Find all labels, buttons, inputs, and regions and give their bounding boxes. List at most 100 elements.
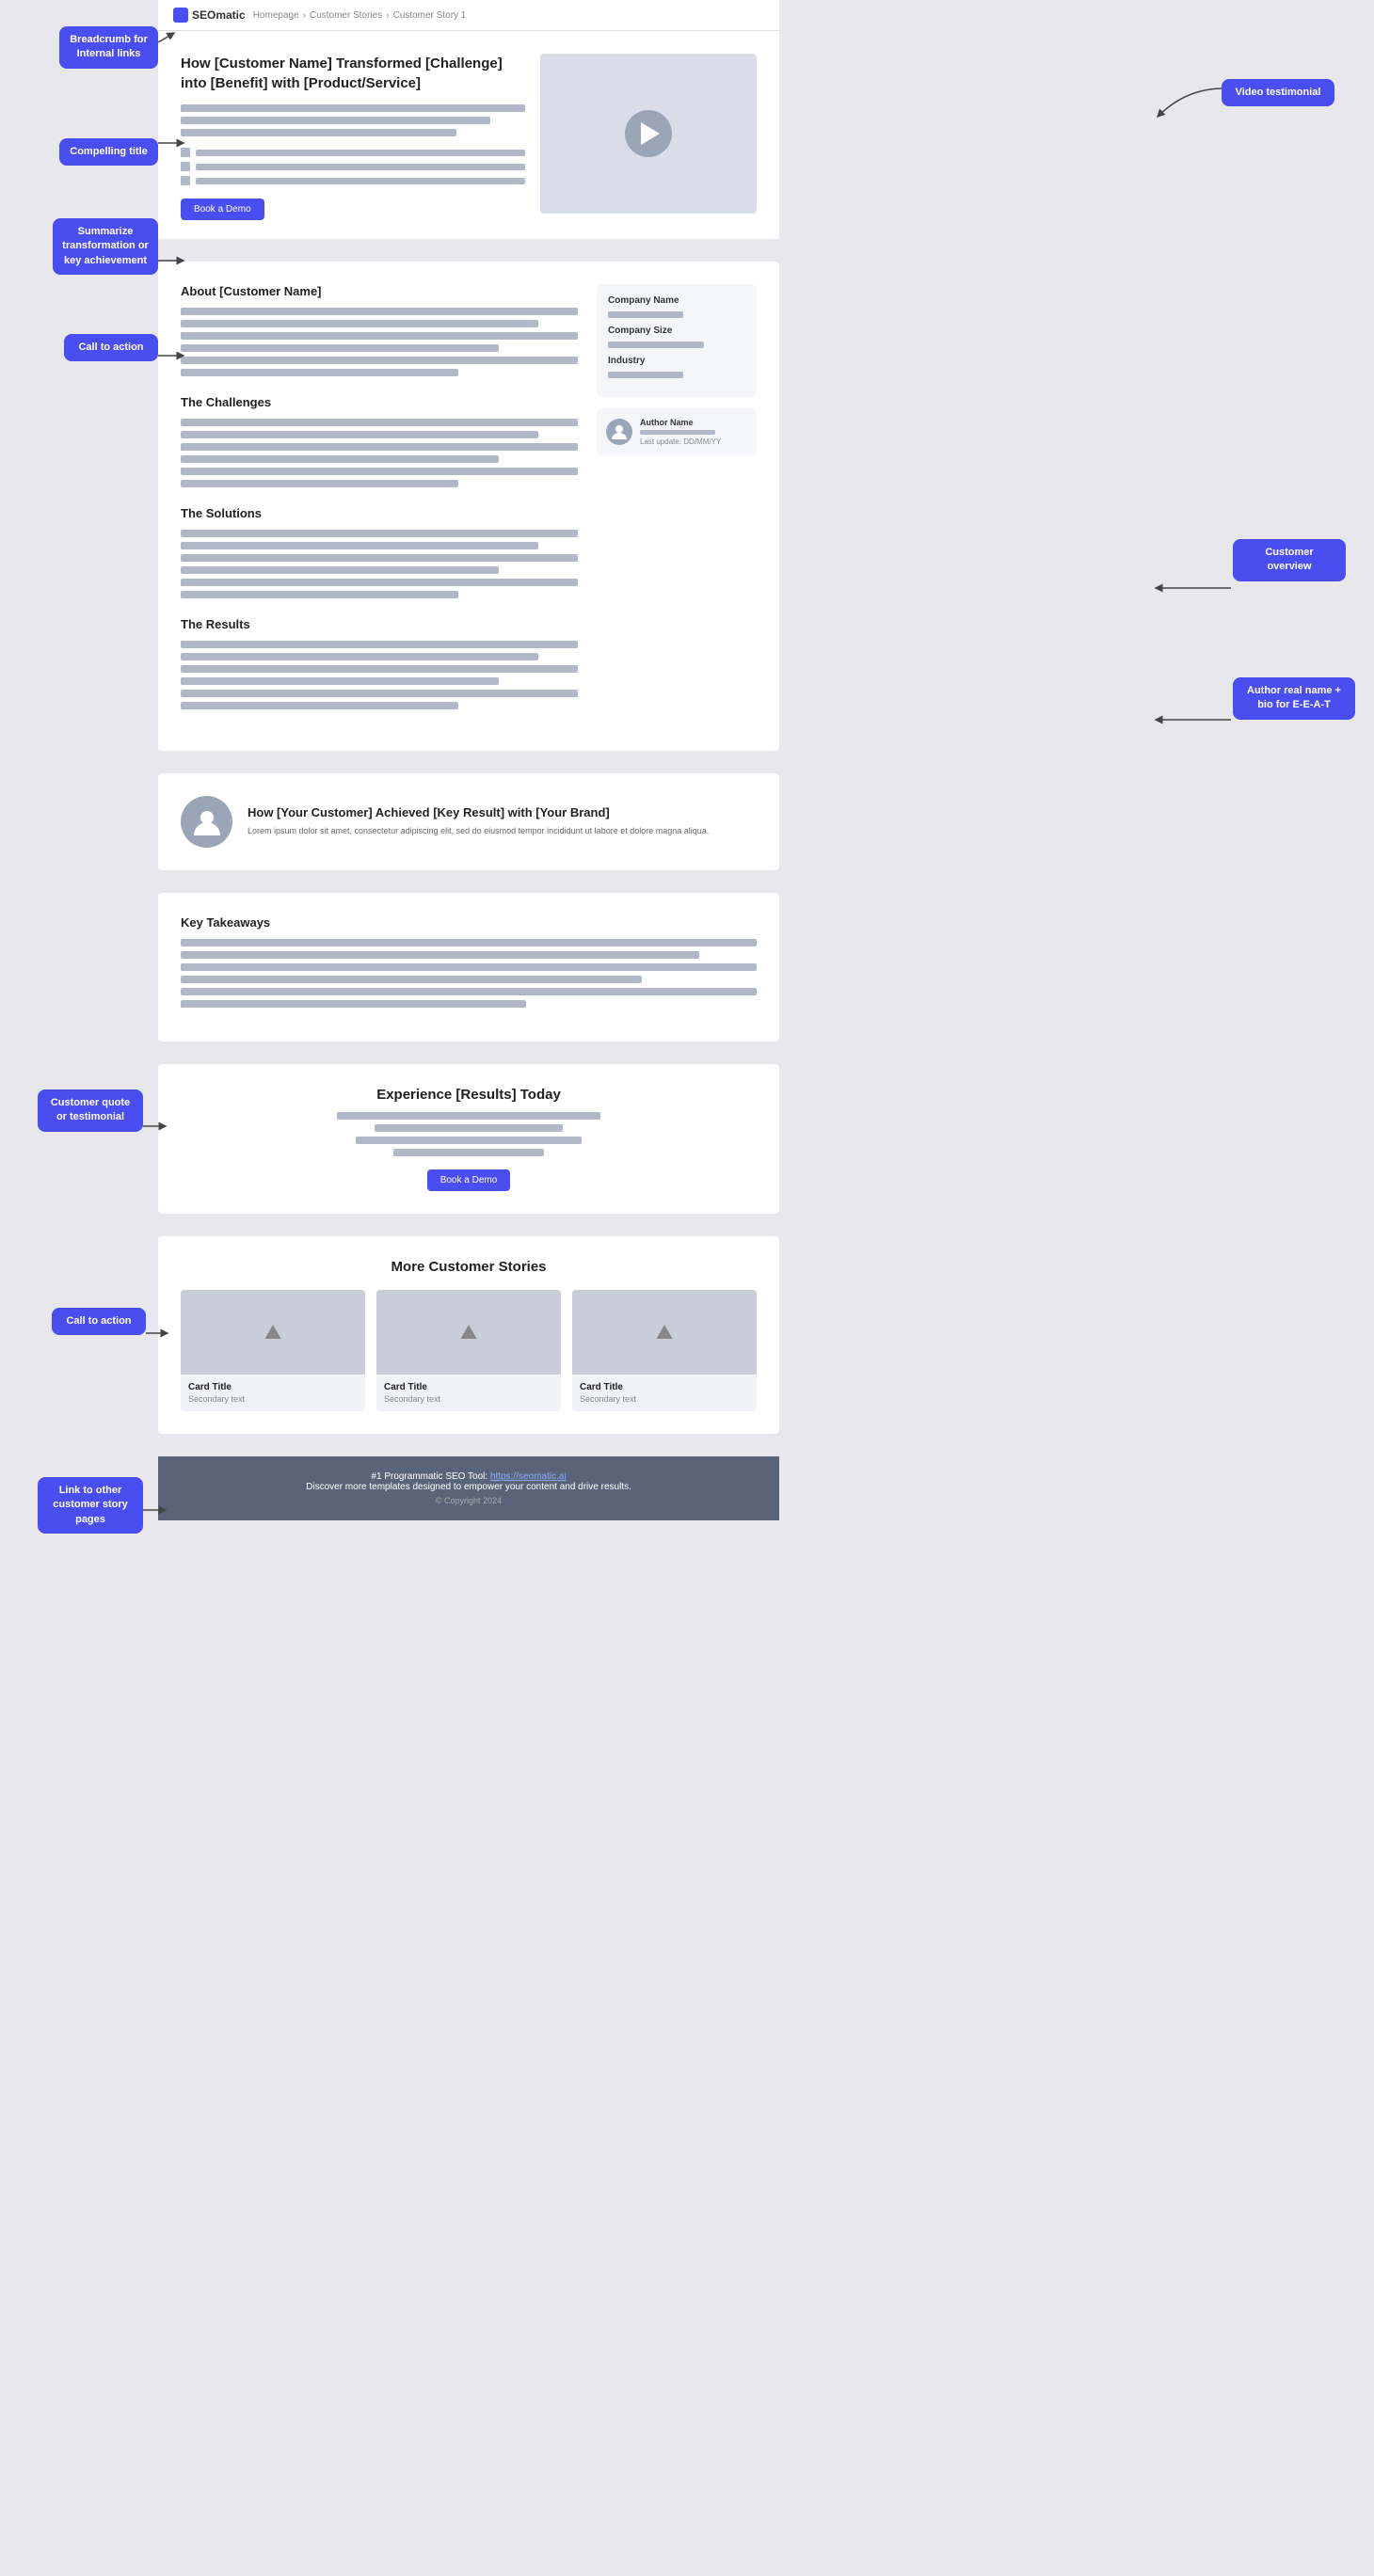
checkbox-3 (181, 176, 190, 185)
solutions-lines (181, 530, 578, 598)
breadcrumb: Homepage › Customer Stories › Customer S… (253, 10, 467, 21)
check-line-3 (196, 178, 525, 184)
check-row-3 (181, 176, 525, 185)
about-title: About [Customer Name] (181, 284, 578, 298)
cta-line-1 (337, 1112, 600, 1120)
video-testimonial-annotation: Video testimonial (1222, 79, 1334, 106)
challenges-title: The Challenges (181, 395, 578, 409)
breadcrumb-stories[interactable]: Customer Stories (310, 10, 382, 21)
solutions-block: The Solutions (181, 506, 578, 598)
footer-sub: Discover more templates designed to empo… (173, 1482, 764, 1492)
checkbox-2 (181, 162, 190, 171)
results-block: The Results (181, 617, 578, 709)
author-update: Last update: DD/MM/YY (640, 437, 747, 446)
image-icon-2: ⛰ (460, 1320, 477, 1344)
company-size-value (608, 342, 704, 348)
story-card-1[interactable]: ⛰ Card Title Secondary text (181, 1290, 365, 1411)
play-icon (641, 122, 660, 145)
testimonial-avatar (181, 796, 232, 848)
summary-lines (181, 104, 525, 136)
company-size-label: Company Size (608, 326, 745, 336)
card-body-2: Card Title Secondary text (376, 1375, 561, 1411)
footer-link[interactable]: https://seomatic.ai (490, 1471, 567, 1482)
content-left: About [Customer Name] The Challenges (181, 284, 578, 728)
testimonial-title: How [Your Customer] Achieved [Key Result… (248, 805, 757, 819)
hero-video[interactable] (540, 54, 757, 214)
content-right: Company Name Company Size Industry Autho… (597, 284, 757, 728)
author-card: Author Name Last update: DD/MM/YY (597, 408, 757, 455)
customer-overview-annotation: Customer overview (1233, 539, 1346, 581)
card-secondary-3: Secondary text (580, 1394, 749, 1404)
card-secondary-2: Secondary text (384, 1394, 553, 1404)
solutions-title: The Solutions (181, 506, 578, 520)
card-image-3: ⛰ (572, 1290, 757, 1375)
takeaways-section: Key Takeaways (158, 893, 779, 1042)
footer-copyright: © Copyright 2024 (173, 1496, 764, 1505)
author-title-line (640, 430, 715, 435)
hero-section: How [Customer Name] Transformed [Challen… (158, 31, 779, 239)
results-title: The Results (181, 617, 578, 631)
hero-cta-button[interactable]: Book a Demo (181, 199, 264, 220)
hero-title: How [Customer Name] Transformed [Challen… (181, 54, 525, 93)
cta-mid-annotation: Call to action (52, 1308, 146, 1335)
card-body-3: Card Title Secondary text (572, 1375, 757, 1411)
card-image-2: ⛰ (376, 1290, 561, 1375)
takeaway-lines (181, 939, 757, 1008)
link-stories-annotation: Link to other customer story pages (38, 1477, 143, 1534)
testimonial-section: How [Your Customer] Achieved [Key Result… (158, 773, 779, 870)
summary-line-2 (181, 117, 490, 124)
summarize-annotation: Summarize transformation or key achievem… (53, 218, 158, 275)
logo-text: SEOmatic (192, 8, 246, 22)
cta-line-2 (375, 1124, 563, 1132)
company-name-label: Company Name (608, 295, 745, 306)
testimonial-text: Lorem ipsum dolor sit amet, consectetur … (248, 825, 757, 838)
page-wrapper: SEOmatic Homepage › Customer Stories › C… (158, 0, 779, 1520)
card-secondary-1: Secondary text (188, 1394, 358, 1404)
about-block: About [Customer Name] (181, 284, 578, 376)
compelling-title-annotation: Compelling title (59, 138, 158, 166)
more-stories-title: More Customer Stories (181, 1259, 757, 1275)
card-body-1: Card Title Secondary text (181, 1375, 365, 1411)
breadcrumb-annotation: Breadcrumb for Internal links (59, 26, 158, 69)
cta-hero-annotation: Call to action (64, 334, 158, 361)
card-title-2: Card Title (384, 1382, 553, 1392)
logo-icon (173, 8, 188, 23)
logo-area: SEOmatic (173, 8, 246, 23)
site-footer: #1 Programmatic SEO Tool: https://seomat… (158, 1456, 779, 1520)
challenges-lines (181, 419, 578, 487)
takeaways-title: Key Takeaways (181, 915, 757, 930)
breadcrumb-current: Customer Story 1 (393, 10, 467, 21)
summary-line-1 (181, 104, 525, 112)
cta-book-demo-button[interactable]: Book a Demo (427, 1169, 511, 1191)
about-lines (181, 308, 578, 376)
more-stories-section: More Customer Stories ⛰ Card Title Secon… (158, 1236, 779, 1434)
image-icon-3: ⛰ (656, 1320, 673, 1344)
play-button[interactable] (625, 110, 672, 157)
card-title-3: Card Title (580, 1382, 749, 1392)
industry-value (608, 372, 683, 378)
industry-label: Industry (608, 356, 745, 366)
card-image-1: ⛰ (181, 1290, 365, 1375)
author-name: Author Name (640, 418, 747, 427)
site-header: SEOmatic Homepage › Customer Stories › C… (158, 0, 779, 31)
company-name-value (608, 311, 683, 318)
footer-main: #1 Programmatic SEO Tool: https://seomat… (173, 1471, 764, 1482)
image-icon-1: ⛰ (264, 1320, 281, 1344)
summary-line-3 (181, 129, 456, 136)
card-title-1: Card Title (188, 1382, 358, 1392)
cta-line-3 (356, 1137, 582, 1144)
cta-line-4 (393, 1149, 544, 1156)
checkbox-1 (181, 148, 190, 157)
footer-text: #1 Programmatic SEO Tool: (371, 1471, 490, 1482)
story-card-3[interactable]: ⛰ Card Title Secondary text (572, 1290, 757, 1411)
hero-left: How [Customer Name] Transformed [Challen… (181, 54, 525, 220)
customer-quote-annotation: Customer quote or testimonial (38, 1089, 143, 1132)
main-content: About [Customer Name] The Challenges (158, 262, 779, 751)
author-info: Author Name Last update: DD/MM/YY (640, 418, 747, 446)
company-info-card: Company Name Company Size Industry (597, 284, 757, 397)
results-lines (181, 641, 578, 709)
check-row-1 (181, 148, 525, 157)
check-line-1 (196, 150, 525, 156)
breadcrumb-home[interactable]: Homepage (253, 10, 299, 21)
story-card-2[interactable]: ⛰ Card Title Secondary text (376, 1290, 561, 1411)
